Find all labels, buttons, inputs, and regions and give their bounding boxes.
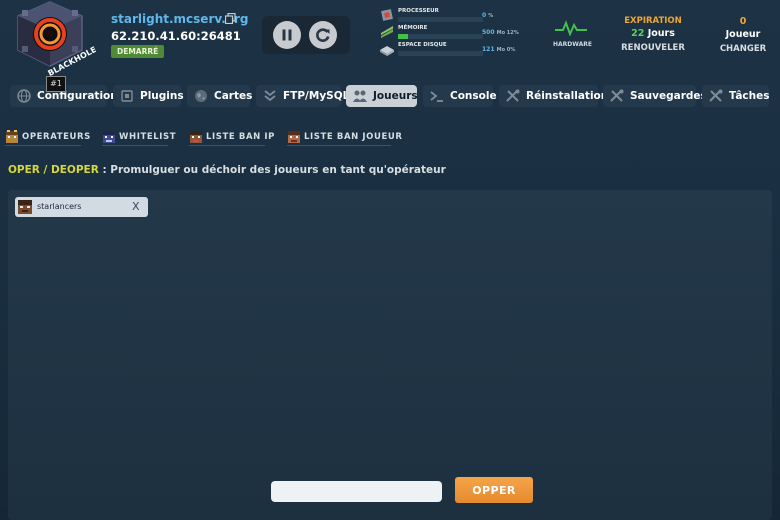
subtab-label: LISTE BAN JOUEUR xyxy=(304,132,403,142)
opper-button[interactable]: OPPER xyxy=(455,477,533,503)
server-logo: BLACKHOLE xyxy=(14,0,98,78)
resource-bar xyxy=(398,34,483,39)
tab-label: Cartes xyxy=(214,90,253,102)
server-rank-badge: #1 xyxy=(46,76,66,92)
hardware-label: HARDWARE xyxy=(553,41,592,48)
heartbeat-icon xyxy=(555,20,587,37)
pause-button[interactable] xyxy=(273,21,301,49)
resource-bar xyxy=(398,17,483,22)
server-ip-address: 62.210.41.60:26481 xyxy=(111,29,241,43)
restart-button[interactable] xyxy=(309,21,337,49)
server-header: BLACKHOLE #1 starlight.mcserv.org 62.210… xyxy=(0,0,780,92)
tab-label: Sauvegardes xyxy=(630,90,707,102)
operator-name: starlancers xyxy=(37,202,82,211)
renew-link[interactable]: RENOUVELER xyxy=(614,43,692,53)
subtab-label: WHITELIST xyxy=(119,132,177,142)
expiration-block: EXPIRATION 22 Jours RENOUVELER xyxy=(614,16,692,53)
remove-operator-button[interactable]: X xyxy=(132,200,140,213)
player-head-icon xyxy=(103,131,115,143)
player-head-icon xyxy=(190,131,202,143)
tab-label: Joueurs xyxy=(373,90,418,102)
tab-label: Tâches xyxy=(729,90,770,102)
server-controls xyxy=(262,16,350,54)
tab-ftp-mysql[interactable]: FTP/MySQL xyxy=(256,85,349,107)
resource-value: 0 % xyxy=(482,12,494,19)
resource-value: 121 Mo 0% xyxy=(482,46,516,53)
status-badge: DEMARRÉ xyxy=(111,45,165,58)
tab-taches[interactable]: Tâches xyxy=(702,85,769,107)
tab-label: FTP/MySQL xyxy=(283,90,350,102)
tools-icon xyxy=(506,89,520,102)
tools-icon xyxy=(610,89,624,102)
subtab-label: LISTE BAN IP xyxy=(206,132,275,142)
subtab-label: OPERATEURS xyxy=(22,132,91,142)
player-head-icon xyxy=(288,131,300,143)
map-globe-icon xyxy=(195,90,207,102)
resource-memory: MÉMOIRE 500 Mo 12% xyxy=(380,25,525,41)
resource-label: ESPACE DISQUE xyxy=(398,42,447,48)
subtab-liste-ban-ip[interactable]: LISTE BAN IP xyxy=(189,128,275,146)
tab-reinstallation[interactable]: Réinstallation xyxy=(499,85,608,107)
operators-panel xyxy=(8,190,772,520)
plugin-icon xyxy=(121,90,133,102)
processor-icon xyxy=(381,9,393,21)
subtab-liste-ban-joueur[interactable]: LISTE BAN JOUEUR xyxy=(287,128,403,146)
expiration-days: 22 Jours xyxy=(631,28,675,39)
change-link[interactable]: CHANGER xyxy=(708,44,778,54)
avatar xyxy=(18,200,32,214)
tab-cartes[interactable]: Cartes xyxy=(187,85,253,107)
disk-icon xyxy=(380,46,394,56)
player-name-input[interactable] xyxy=(271,481,442,502)
expiration-title: EXPIRATION xyxy=(624,16,682,26)
tab-label: Réinstallation xyxy=(526,90,609,102)
player-label: Joueur xyxy=(725,29,761,40)
operator-chip: starlancers X xyxy=(15,197,148,217)
resource-value: 500 Mo 12% xyxy=(482,29,519,36)
hardware-button[interactable]: HARDWARE xyxy=(553,20,592,48)
player-head-icon xyxy=(6,130,18,143)
resource-disk: ESPACE DISQUE 121 Mo 0% xyxy=(380,42,525,58)
player-slots-block: 0 Joueur CHANGER xyxy=(708,16,778,54)
tab-joueurs[interactable]: Joueurs xyxy=(346,85,418,107)
resource-label: MÉMOIRE xyxy=(398,25,428,31)
users-icon xyxy=(353,90,367,102)
terminal-icon xyxy=(430,91,443,102)
memory-icon xyxy=(381,26,393,38)
resource-bar xyxy=(398,51,483,56)
pause-icon xyxy=(282,29,292,41)
blackhole-cube-icon: BLACKHOLE xyxy=(17,1,98,78)
section-description: : Promulguer ou déchoir des joueurs en t… xyxy=(102,164,446,176)
settings-globe-icon xyxy=(17,89,31,103)
player-count: 0 xyxy=(739,16,747,27)
tab-label: Console xyxy=(450,90,497,102)
copy-icon[interactable] xyxy=(225,13,236,24)
tab-sauvegardes[interactable]: Sauvegardes xyxy=(603,85,707,107)
tab-console[interactable]: Console xyxy=(423,85,497,107)
tab-label: Plugins xyxy=(140,90,184,102)
restart-icon xyxy=(316,28,330,42)
subtab-operateurs[interactable]: OPERATEURS xyxy=(5,128,91,146)
resource-cpu: PROCESSEUR 0 % xyxy=(380,8,525,24)
double-chevron-down-icon xyxy=(264,90,276,102)
tools-icon xyxy=(709,89,723,102)
section-highlight: OPER / DEOPER xyxy=(8,164,99,176)
resource-label: PROCESSEUR xyxy=(398,8,439,14)
section-heading: OPER / DEOPER : Promulguer ou déchoir de… xyxy=(8,164,446,176)
tab-plugins[interactable]: Plugins xyxy=(113,85,184,107)
subtab-whitelist[interactable]: WHITELIST xyxy=(102,128,176,146)
